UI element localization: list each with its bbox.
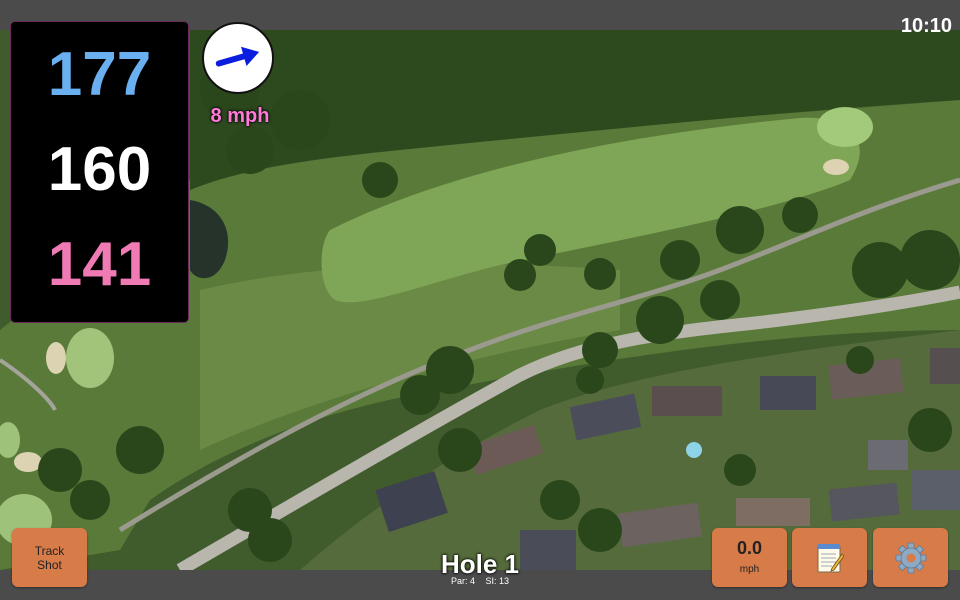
hole-par: Par: 4 [450,576,475,586]
hole-title: Hole 1 [440,549,520,579]
hole-details: Par: 4 SI: 13 [380,576,580,587]
wind-speed: 8 mph [210,105,270,127]
speed-value: 0.0 [736,538,763,558]
track-shot-button[interactable]: Track Shot [12,528,87,587]
back-distance: 177 [47,40,152,109]
front-distance: 141 [47,230,152,299]
arrow-right-icon [215,46,260,67]
track-shot-label-line1: Track [34,544,65,558]
track-shot-label-line2: Shot [37,558,62,572]
notepad-icon [817,543,844,572]
wind-indicator [202,22,274,94]
hole-stroke-index: SI: 13 [485,576,510,586]
middle-distance: 160 [47,135,152,204]
distance-panel: 177 160 141 [11,22,188,322]
speed-unit: mph [739,564,760,575]
clock: 10:10 [900,15,952,37]
notes-button[interactable] [792,528,867,587]
speed-button[interactable]: 0.0 mph [712,528,787,587]
settings-button[interactable] [873,528,948,587]
gear-icon [895,542,926,573]
